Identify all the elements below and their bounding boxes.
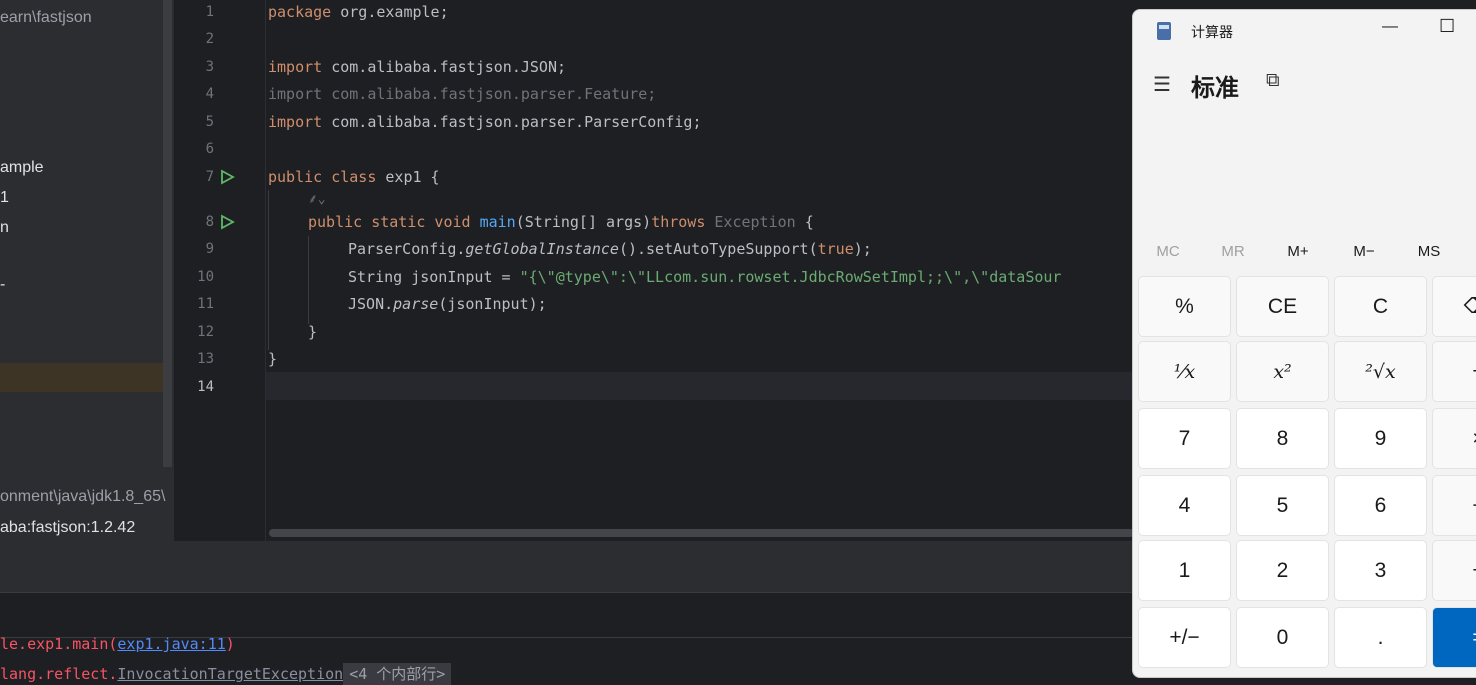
code-line-3: import com.alibaba.fastjson.JSON; — [268, 58, 567, 76]
digit-8-button[interactable]: 8 — [1236, 408, 1329, 469]
code-line-13: } — [268, 350, 278, 368]
exception-link[interactable]: InvocationTargetException — [117, 665, 343, 683]
hamburger-menu-icon[interactable]: ☰ — [1153, 72, 1171, 97]
run-class-icon[interactable] — [219, 169, 235, 185]
jdk-path[interactable]: onment\java\jdk1.8_65\ — [0, 488, 165, 506]
line-number: 2 — [205, 31, 214, 47]
code-line-10: String jsonInput = "{\"@type\":\"LLcom.s… — [348, 268, 1062, 286]
code-line-1: package org.example; — [268, 3, 449, 21]
indent-guide — [268, 190, 269, 350]
multiply-button[interactable]: × — [1432, 408, 1476, 469]
square-root-button[interactable]: ²√x — [1334, 341, 1427, 402]
project-tree-item[interactable]: ample — [0, 159, 44, 177]
project-scrollbar[interactable] — [163, 0, 172, 467]
code-line-12: } — [308, 323, 318, 341]
line-number: 10 — [197, 269, 214, 285]
memory-recall-button[interactable]: MR — [1208, 243, 1258, 260]
line-number: 8 — [205, 214, 214, 230]
console-stack-line: le.exp1.main(exp1.java:11) — [0, 635, 235, 653]
digit-2-button[interactable]: 2 — [1236, 540, 1329, 601]
line-number: 13 — [197, 351, 214, 367]
line-number: 11 — [197, 296, 214, 312]
digit-7-button[interactable]: 7 — [1138, 408, 1231, 469]
code-line-11: JSON.parse(jsonInput); — [348, 295, 547, 313]
run-main-icon[interactable] — [219, 214, 235, 230]
clear-entry-button[interactable]: CE — [1236, 276, 1329, 337]
digit-3-button[interactable]: 3 — [1334, 540, 1427, 601]
decimal-button[interactable]: . — [1334, 607, 1427, 668]
minimize-icon[interactable]: — — [1382, 18, 1398, 36]
code-line-5: import com.alibaba.fastjson.parser.Parse… — [268, 113, 702, 131]
code-line-9: ParserConfig.getGlobalInstance().setAuto… — [348, 240, 872, 258]
inlay-hint-icon[interactable]: ⸙⌄ — [308, 189, 326, 207]
square-button[interactable]: x² — [1236, 341, 1329, 402]
reciprocal-button[interactable]: ¹⁄x — [1138, 341, 1231, 402]
editor-horizontal-scrollbar[interactable] — [269, 529, 1134, 537]
keep-on-top-icon[interactable]: ⧉ — [1266, 70, 1280, 92]
digit-6-button[interactable]: 6 — [1334, 475, 1427, 536]
folded-frames-tag[interactable]: <4 个内部行> — [343, 663, 452, 685]
mode-title: 标准 — [1191, 75, 1239, 102]
maximize-icon[interactable]: ☐ — [1439, 16, 1455, 37]
code-line-8: public static void main(String[] args)th… — [308, 213, 814, 231]
add-button[interactable]: + — [1432, 540, 1476, 601]
library-item[interactable]: aba:fastjson:1.2.42 — [0, 519, 135, 537]
line-number: 7 — [205, 169, 214, 185]
digit-5-button[interactable]: 5 — [1236, 475, 1329, 536]
line-number: 4 — [205, 86, 214, 102]
backspace-button[interactable]: ⌫ — [1432, 276, 1476, 337]
calculator-app-icon — [1157, 22, 1171, 40]
stack-link[interactable]: exp1.java:11 — [117, 635, 225, 653]
line-gutter: 1 2 3 4 5 6 7 8 9 10 11 12 13 14 — [174, 0, 266, 541]
memory-clear-button[interactable]: MC — [1143, 243, 1193, 260]
calculator-window: 计算器 — ☐ ☰ 标准 ⧉ MC MR M+ M− MS % CE C ⌫ ¹… — [1132, 9, 1476, 678]
line-number: 9 — [205, 241, 214, 257]
selected-tree-row[interactable] — [0, 363, 164, 392]
line-number: 12 — [197, 324, 214, 340]
code-line-4: import com.alibaba.fastjson.parser.Featu… — [268, 85, 657, 103]
negate-button[interactable]: +/− — [1138, 607, 1231, 668]
clear-button[interactable]: C — [1334, 276, 1427, 337]
digit-1-button[interactable]: 1 — [1138, 540, 1231, 601]
memory-add-button[interactable]: M+ — [1273, 243, 1323, 260]
equals-button[interactable]: = — [1432, 607, 1476, 668]
subtract-button[interactable]: − — [1432, 475, 1476, 536]
percent-button[interactable]: % — [1138, 276, 1231, 337]
project-tree-item[interactable]: - — [0, 276, 5, 294]
code-editor[interactable]: 1 2 3 4 5 6 7 8 9 10 11 12 13 14 package… — [174, 0, 1134, 541]
console-stack-line: lang.reflect.InvocationTargetException <4… — [0, 663, 452, 685]
project-root-path[interactable]: earn\fastjson — [0, 9, 92, 27]
code-line-7: public class exp1 { — [268, 168, 440, 186]
line-number: 14 — [197, 379, 214, 395]
line-number: 3 — [205, 59, 214, 75]
memory-subtract-button[interactable]: M− — [1339, 243, 1389, 260]
digit-9-button[interactable]: 9 — [1334, 408, 1427, 469]
digit-4-button[interactable]: 4 — [1138, 475, 1231, 536]
memory-store-button[interactable]: MS — [1404, 243, 1454, 260]
line-number: 5 — [205, 114, 214, 130]
divide-button[interactable]: ÷ — [1432, 341, 1476, 402]
digit-0-button[interactable]: 0 — [1236, 607, 1329, 668]
window-title: 计算器 — [1191, 24, 1233, 40]
line-number: 6 — [205, 141, 214, 157]
project-panel: earn\fastjson ample 1 n - onment\java\jd… — [0, 0, 174, 541]
project-tree-item[interactable]: n — [0, 219, 9, 237]
line-number: 1 — [205, 4, 214, 20]
current-line-highlight — [174, 372, 1134, 400]
indent-guide — [308, 236, 309, 324]
project-tree-item[interactable]: 1 — [0, 189, 9, 207]
